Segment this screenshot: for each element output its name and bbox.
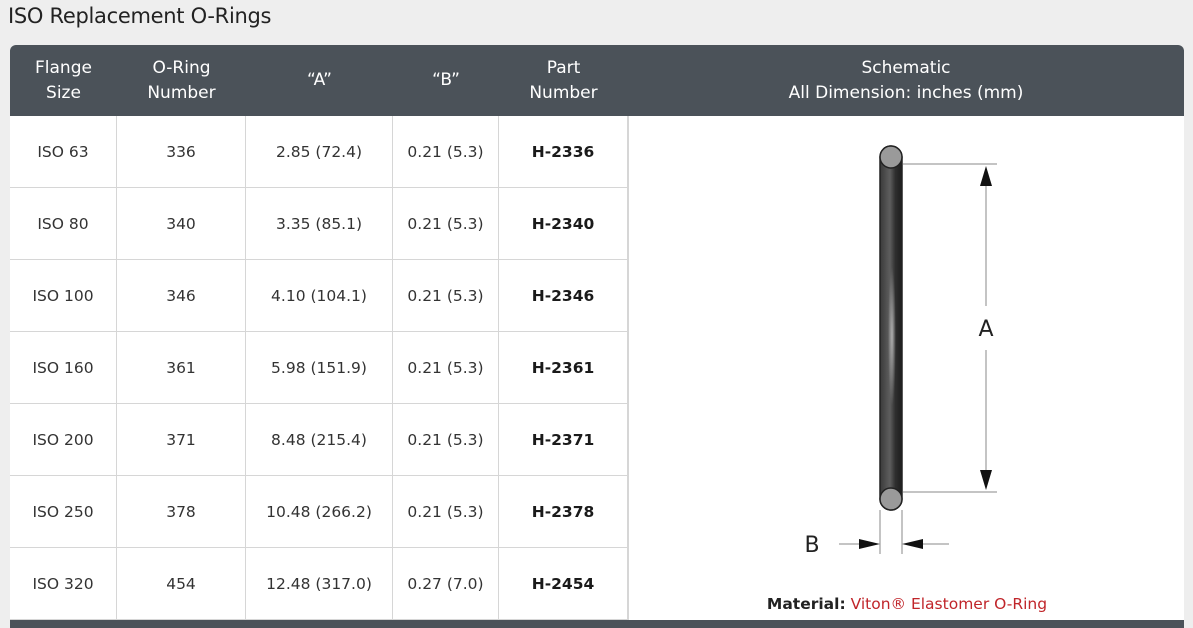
- table-row: ISO 250 378 10.48 (266.2) 0.21 (5.3) H-2378: [10, 476, 628, 548]
- cell-flange-size: ISO 320: [10, 548, 117, 620]
- schematic-panel: A B Material: Viton® Elastomer O-Ring: [628, 116, 1184, 628]
- b-arrow-right: [859, 539, 880, 549]
- table-header: Flange Size O-Ring Number “A” “B” Part N…: [10, 45, 1184, 116]
- page-title: ISO Replacement O-Rings: [8, 4, 272, 28]
- cell-a-dimension: 2.85 (72.4): [246, 116, 393, 188]
- cell-b-dimension: 0.27 (7.0): [393, 548, 499, 620]
- a-arrow-up: [980, 166, 992, 186]
- a-arrow-down: [980, 470, 992, 490]
- header-flange-size: Flange Size: [35, 57, 92, 103]
- table-row: ISO 80 340 3.35 (85.1) 0.21 (5.3) H-2340: [10, 188, 628, 260]
- material-label: Material:: [766, 595, 846, 613]
- cell-flange-size: ISO 80: [10, 188, 117, 260]
- cell-part-number: H-2340: [499, 188, 628, 260]
- cell-b-dimension: 0.21 (5.3): [393, 404, 499, 476]
- cell-b-dimension: 0.21 (5.3): [393, 332, 499, 404]
- header-b: “B”: [432, 70, 460, 90]
- oring-bottom-section: [879, 487, 903, 511]
- table-row: ISO 63 336 2.85 (72.4) 0.21 (5.3) H-2336: [10, 116, 628, 188]
- cell-oring-number: 378: [117, 476, 246, 548]
- b-arrow-left: [902, 539, 923, 549]
- dimension-label-b: B: [804, 533, 819, 558]
- table-row: ISO 160 361 5.98 (151.9) 0.21 (5.3) H-2361: [10, 332, 628, 404]
- cell-oring-number: 361: [117, 332, 246, 404]
- cell-oring-number: 454: [117, 548, 246, 620]
- cell-part-number: H-2454: [499, 548, 628, 620]
- cell-part-number: H-2336: [499, 116, 628, 188]
- cell-part-number: H-2346: [499, 260, 628, 332]
- header-a: “A”: [307, 70, 332, 90]
- header-part-number: Part Number: [529, 57, 598, 103]
- cell-a-dimension: 12.48 (317.0): [246, 548, 393, 620]
- cell-a-dimension: 8.48 (215.4): [246, 404, 393, 476]
- material-note: Material: Viton® Elastomer O-Ring: [629, 595, 1184, 613]
- table-row: ISO 200 371 8.48 (215.4) 0.21 (5.3) H-2371: [10, 404, 628, 476]
- cell-a-dimension: 4.10 (104.1): [246, 260, 393, 332]
- cell-part-number: H-2371: [499, 404, 628, 476]
- cell-a-dimension: 5.98 (151.9): [246, 332, 393, 404]
- cell-part-number: H-2361: [499, 332, 628, 404]
- cell-a-dimension: 10.48 (266.2): [246, 476, 393, 548]
- cell-flange-size: ISO 160: [10, 332, 117, 404]
- table-bottom-border: [10, 620, 1184, 628]
- cell-oring-number: 371: [117, 404, 246, 476]
- oring-highlight: [888, 266, 896, 406]
- cell-b-dimension: 0.21 (5.3): [393, 188, 499, 260]
- header-oring-number: O-Ring Number: [147, 57, 216, 103]
- oring-table: Flange Size O-Ring Number “A” “B” Part N…: [10, 45, 1184, 628]
- table-row: ISO 100 346 4.10 (104.1) 0.21 (5.3) H-2346: [10, 260, 628, 332]
- cell-b-dimension: 0.21 (5.3): [393, 116, 499, 188]
- table-row: ISO 320 454 12.48 (317.0) 0.27 (7.0) H-2454: [10, 548, 628, 620]
- cell-flange-size: ISO 250: [10, 476, 117, 548]
- cell-a-dimension: 3.35 (85.1): [246, 188, 393, 260]
- cell-b-dimension: 0.21 (5.3): [393, 260, 499, 332]
- cell-flange-size: ISO 200: [10, 404, 117, 476]
- oring-schematic-drawing: A B: [804, 145, 997, 558]
- dimension-label-a: A: [978, 317, 993, 342]
- cell-b-dimension: 0.21 (5.3): [393, 476, 499, 548]
- cell-oring-number: 340: [117, 188, 246, 260]
- cell-flange-size: ISO 63: [10, 116, 117, 188]
- cell-oring-number: 336: [117, 116, 246, 188]
- oring-top-section: [879, 145, 903, 169]
- material-value: Viton® Elastomer O-Ring: [850, 595, 1048, 613]
- header-schematic: Schematic All Dimension: inches (mm): [788, 57, 1024, 103]
- cell-part-number: H-2378: [499, 476, 628, 548]
- cell-flange-size: ISO 100: [10, 260, 117, 332]
- cell-oring-number: 346: [117, 260, 246, 332]
